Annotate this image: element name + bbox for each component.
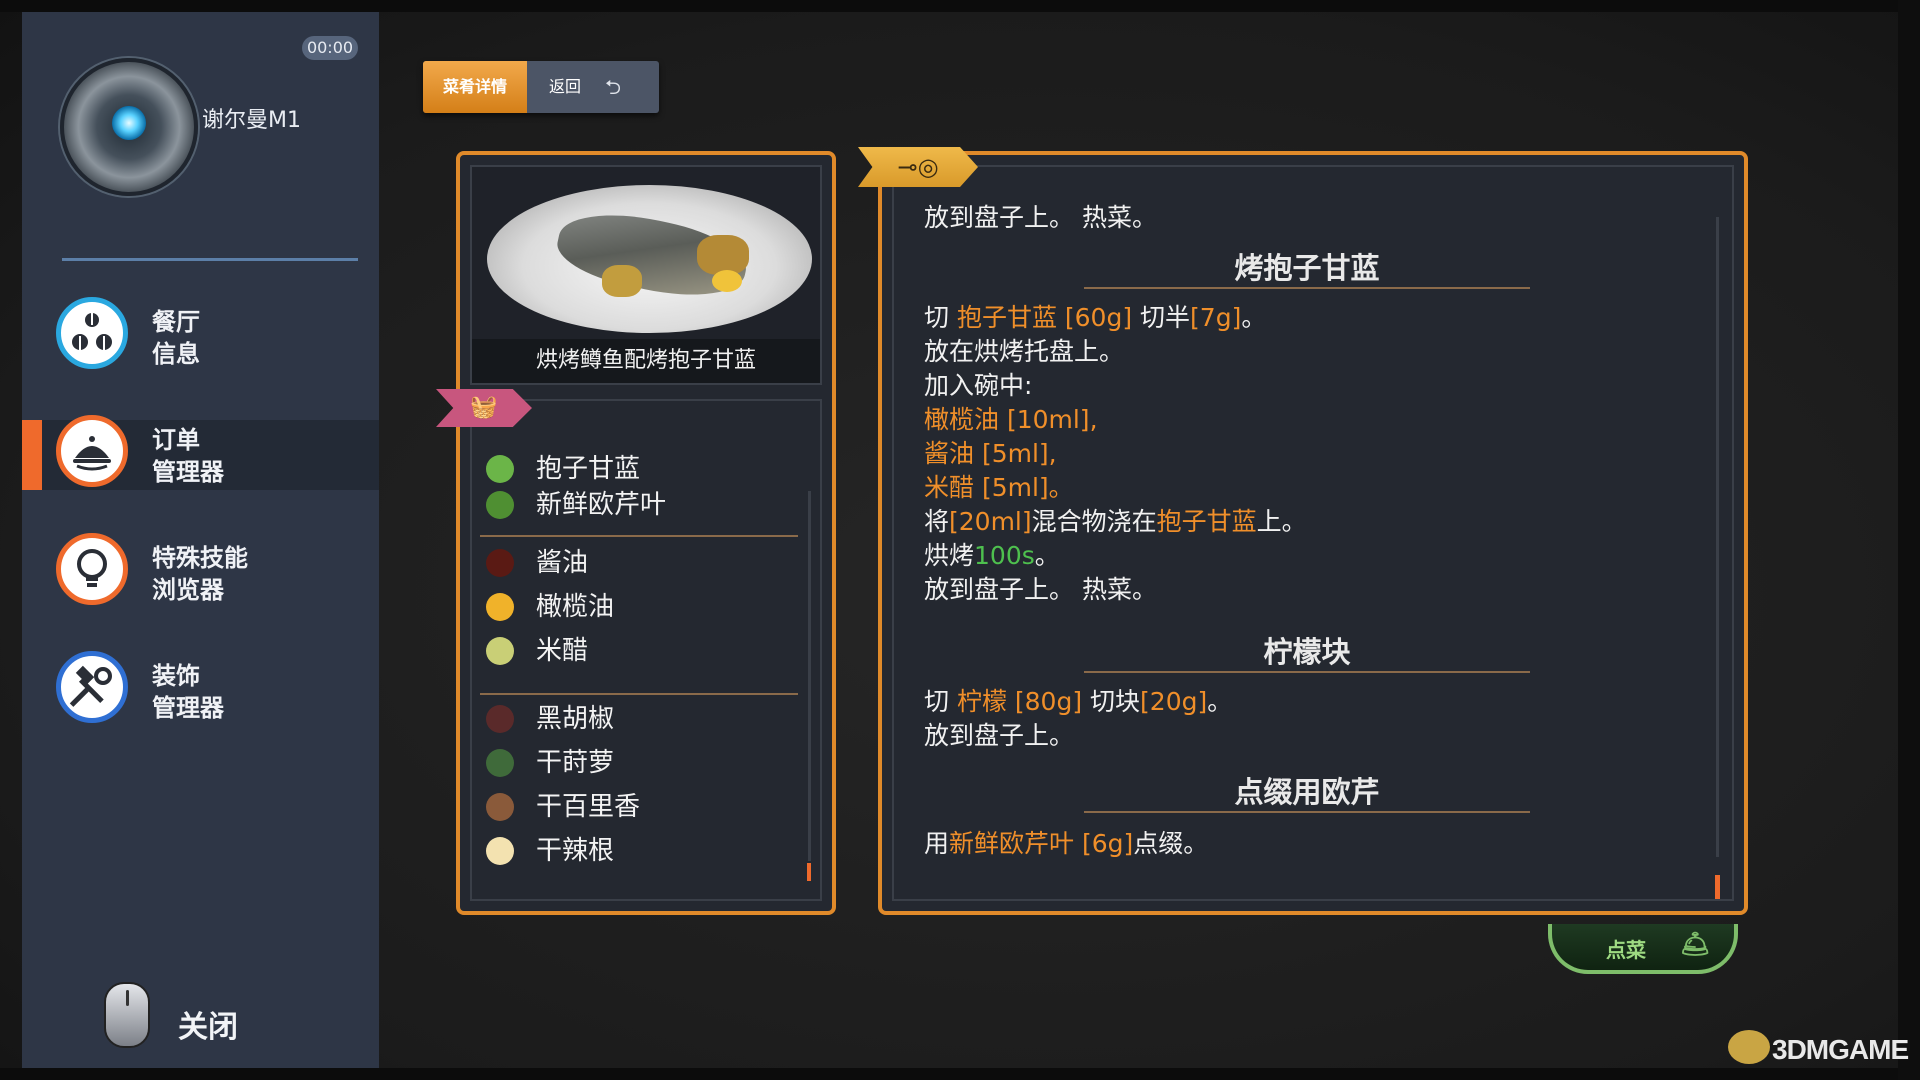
ingredient-divider bbox=[480, 535, 798, 537]
section-title: 烤抱子甘蓝 bbox=[1084, 249, 1530, 289]
nav-item-decoration-manager[interactable]: 装饰 管理器 bbox=[22, 651, 379, 726]
nav-label: 订单 管理器 bbox=[152, 426, 224, 486]
ingredient-divider bbox=[480, 693, 798, 695]
back-arrow-icon: ⮌ bbox=[605, 75, 622, 99]
recipe-panel: 放到盘子上。 热菜。 烤抱子甘蓝 切 抱子甘蓝 [60g] 切半[7g]。 放在… bbox=[858, 147, 1748, 915]
right-letterbox bbox=[1898, 0, 1920, 1080]
ingredient-list: 🧺 抱子甘蓝 新鲜欧芹叶 酱油 橄榄油 米醋 黑胡椒 干莳萝 干百里香 干辣根 bbox=[436, 389, 822, 901]
recipe-scroll-thumb[interactable] bbox=[1715, 875, 1720, 899]
bottom-letterbox bbox=[0, 1068, 1920, 1080]
header-tabs: 菜肴详情 返回 ⮌ bbox=[423, 61, 659, 113]
close-label: 关闭 bbox=[178, 1010, 238, 1045]
recipe-line: 放在烘烤托盘上。 bbox=[924, 337, 1125, 366]
watermark: 3DMGAME bbox=[1728, 1024, 1909, 1072]
back-label: 返回 bbox=[549, 77, 582, 96]
mouse-icon bbox=[104, 982, 150, 1048]
dish-panel: 烘烤鳟鱼配烤抱子甘蓝 🧺 抱子甘蓝 新鲜欧芹叶 酱油 橄榄油 米醋 黑胡椒 干莳… bbox=[436, 151, 836, 915]
brussels-sprout-image bbox=[602, 265, 642, 297]
nav-item-restaurant-info[interactable]: 餐厅 信息 bbox=[22, 297, 379, 372]
ingredient-scroll-track[interactable] bbox=[808, 491, 811, 861]
cloche-icon bbox=[56, 415, 128, 487]
nav-label: 餐厅 信息 bbox=[152, 308, 200, 368]
soy-sauce-drop-icon bbox=[486, 549, 514, 577]
recipe-steps: 放到盘子上。 热菜。 烤抱子甘蓝 切 抱子甘蓝 [60g] 切半[7g]。 放在… bbox=[892, 165, 1734, 901]
recipe-line: 加入碗中: bbox=[924, 371, 1033, 400]
game-screen: 00:00 谢尔曼M1 餐厅 信息 订单 管理器 特殊技能 浏览器 装饰 管理器… bbox=[0, 0, 1920, 1080]
rice-vinegar-drop-icon bbox=[486, 637, 514, 665]
cloche-icon: 🛎 bbox=[1680, 930, 1711, 958]
thyme-icon bbox=[486, 793, 514, 821]
plate-image bbox=[487, 185, 812, 333]
recipe-line: 将[20ml]混合物浇在抱子甘蓝上。 bbox=[924, 507, 1307, 536]
robot-eye-icon bbox=[112, 106, 146, 140]
sidebar: 00:00 谢尔曼M1 餐厅 信息 订单 管理器 特殊技能 浏览器 装饰 管理器… bbox=[22, 12, 379, 1068]
top-letterbox bbox=[0, 0, 1920, 12]
tab-dish-details[interactable]: 菜肴详情 bbox=[423, 61, 527, 113]
order-dish-button[interactable]: 点菜 🛎 bbox=[1548, 924, 1738, 974]
recipe-line: 米醋 [5ml]。 bbox=[924, 473, 1074, 502]
nav-label: 特殊技能 浏览器 bbox=[152, 544, 248, 604]
order-button-label: 点菜 bbox=[1606, 938, 1646, 962]
parsley-icon bbox=[486, 491, 514, 519]
brussels-sprout-image bbox=[697, 235, 749, 275]
lemon-wedge-image bbox=[712, 270, 742, 292]
recipe-line: 橄榄油 [10ml], bbox=[924, 405, 1098, 434]
nav-label: 装饰 管理器 bbox=[152, 662, 224, 722]
section-title: 柠檬块 bbox=[1084, 633, 1530, 673]
nav-item-order-manager[interactable]: 订单 管理器 bbox=[22, 415, 379, 490]
watermark-logo bbox=[1728, 1030, 1770, 1064]
back-button[interactable]: 返回 ⮌ bbox=[527, 61, 659, 113]
horseradish-icon bbox=[486, 837, 514, 865]
nav-item-special-skills[interactable]: 特殊技能 浏览器 bbox=[22, 533, 379, 608]
brussels-sprout-icon bbox=[486, 455, 514, 483]
recipe-line: 放到盘子上。 热菜。 bbox=[924, 575, 1157, 604]
recipe-line: 放到盘子上。 热菜。 bbox=[924, 203, 1157, 232]
section-title: 点缀用欧芹 bbox=[1084, 773, 1530, 813]
dish-name: 烘烤鳟鱼配烤抱子甘蓝 bbox=[472, 339, 820, 383]
recipe-line: 切 抱子甘蓝 [60g] 切半[7g]。 bbox=[924, 303, 1267, 332]
hammer-wrench-icon bbox=[56, 651, 128, 723]
dill-icon bbox=[486, 749, 514, 777]
recipe-scroll-track[interactable] bbox=[1716, 217, 1719, 857]
watermark-text: 3DMGAME bbox=[1772, 1034, 1909, 1065]
ingredient-scroll-thumb[interactable] bbox=[807, 863, 811, 881]
player-avatar[interactable] bbox=[60, 58, 198, 196]
recipe-line: 酱油 [5ml], bbox=[924, 439, 1057, 468]
recipe-line: 烘烤100s。 bbox=[924, 541, 1060, 570]
recipe-line: 用新鲜欧芹叶 [6g]点缀。 bbox=[924, 829, 1209, 858]
timer-badge: 00:00 bbox=[302, 36, 358, 60]
sidebar-divider bbox=[62, 258, 358, 261]
basket-icon: 🧺 bbox=[436, 389, 532, 427]
lightbulb-icon bbox=[56, 533, 128, 605]
key-icon: ⊸◎ bbox=[858, 147, 978, 187]
restaurant-info-icon bbox=[56, 297, 128, 369]
olive-oil-drop-icon bbox=[486, 593, 514, 621]
dish-image: 烘烤鳟鱼配烤抱子甘蓝 bbox=[470, 165, 822, 385]
recipe-line: 切 柠檬 [80g] 切块[20g]。 bbox=[924, 687, 1233, 716]
recipe-line: 放到盘子上。 bbox=[924, 721, 1075, 750]
black-pepper-icon bbox=[486, 705, 514, 733]
player-name: 谢尔曼M1 bbox=[202, 108, 301, 133]
